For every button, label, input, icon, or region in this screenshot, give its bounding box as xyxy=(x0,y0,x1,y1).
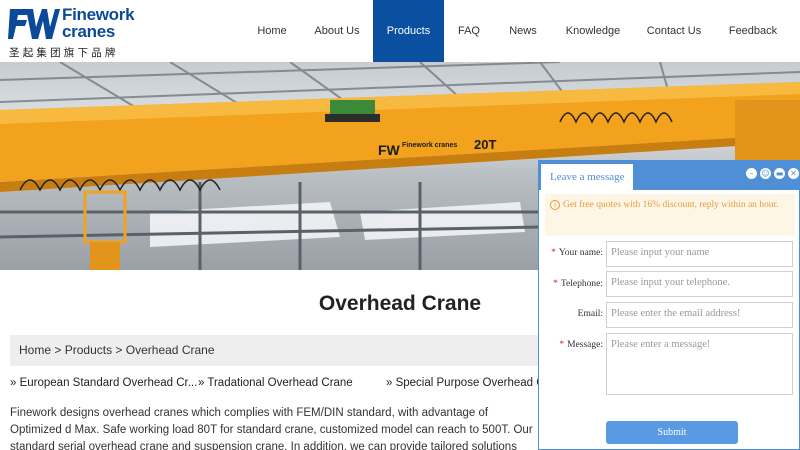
required-marker: * xyxy=(553,279,558,289)
nav-about-us[interactable]: About Us xyxy=(306,0,368,62)
crane-brand-text: Finework cranes xyxy=(402,142,457,149)
link-tradational-overhead-crane[interactable]: » Tradational Overhead Crane xyxy=(198,377,353,389)
message-label: * Message: xyxy=(543,340,603,350)
nav-products[interactable]: Products xyxy=(373,0,444,62)
notice-text: Get free quotes with 16% discount, reply… xyxy=(563,200,779,210)
widget-header: Leave a message – ☺ ▬ ✕ xyxy=(539,161,799,190)
email-label: Email: xyxy=(543,309,603,319)
breadcrumb-home[interactable]: Home xyxy=(19,343,51,357)
link-european-standard-overhead-crane[interactable]: » European Standard Overhead Cr... xyxy=(10,377,197,389)
nav-news[interactable]: News xyxy=(504,0,542,62)
minimize-icon[interactable]: – xyxy=(746,168,757,179)
name-label-text: Your name: xyxy=(558,248,603,258)
logo-wordmark: Finework cranes xyxy=(62,5,135,41)
email-input[interactable]: Please enter the email address! xyxy=(606,302,793,328)
nav-feedback[interactable]: Feedback xyxy=(722,0,784,62)
collapse-icon[interactable]: ▬ xyxy=(774,168,785,179)
nav-faq[interactable]: FAQ xyxy=(452,0,486,62)
required-marker: * xyxy=(559,340,565,350)
nav-contact-us[interactable]: Contact Us xyxy=(642,0,706,62)
message-label-text: Message: xyxy=(567,340,603,350)
telephone-label-text: Telephone: xyxy=(560,279,603,289)
message-widget: Leave a message – ☺ ▬ ✕ i Get free quotes… xyxy=(538,160,800,450)
tab-leave-message[interactable]: Leave a message xyxy=(541,164,633,190)
name-label: * Your name: xyxy=(543,248,603,258)
breadcrumb-products[interactable]: Products xyxy=(65,343,112,357)
chat-icon[interactable]: ☺ xyxy=(760,168,771,179)
info-icon: i xyxy=(550,200,560,210)
discount-notice: i Get free quotes with 16% discount, repl… xyxy=(545,194,795,236)
category-links: » European Standard Overhead Cr... » Tra… xyxy=(10,377,550,391)
logo-word-line1: Finework xyxy=(62,5,135,24)
nav-knowledge[interactable]: Knowledge xyxy=(560,0,626,62)
logo-tagline: 圣起集团旗下品牌 xyxy=(9,47,119,59)
fw-logo-mark xyxy=(8,7,60,39)
site-logo[interactable]: Finework cranes 圣起集团旗下品牌 xyxy=(8,5,143,59)
submit-button[interactable]: Submit xyxy=(606,421,738,444)
required-marker: * xyxy=(551,248,556,258)
site-header: Finework cranes 圣起集团旗下品牌 Home About Us P… xyxy=(0,0,800,62)
product-description: Finework designs overhead cranes which c… xyxy=(10,407,533,450)
logo-word-line2: cranes xyxy=(62,22,116,41)
telephone-label: * Telephone: xyxy=(543,279,603,289)
breadcrumb-current: Overhead Crane xyxy=(125,343,215,357)
crane-logo-text: FW xyxy=(378,142,401,158)
breadcrumb-separator: > xyxy=(54,343,62,357)
close-icon[interactable]: ✕ xyxy=(788,168,799,179)
link-special-purpose-overhead-crane[interactable]: » Special Purpose Overhead C xyxy=(386,377,545,389)
nav-home[interactable]: Home xyxy=(248,0,296,62)
telephone-input[interactable]: Please input your telephone. xyxy=(606,271,793,297)
email-label-text: Email: xyxy=(577,309,603,319)
name-input[interactable]: Please input your name xyxy=(606,241,793,267)
message-textarea[interactable]: Please enter a message! xyxy=(606,333,793,395)
crane-capacity-label: 20T xyxy=(474,137,496,152)
breadcrumb-separator: > xyxy=(115,343,123,357)
